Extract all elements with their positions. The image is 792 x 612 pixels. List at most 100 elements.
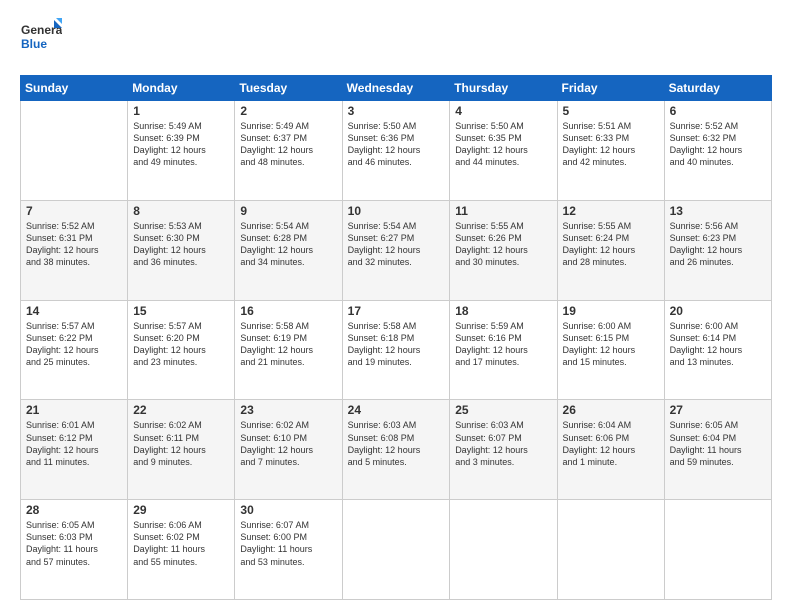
day-number: 18 <box>455 304 551 318</box>
day-info: Sunrise: 5:57 AM Sunset: 6:22 PM Dayligh… <box>26 320 122 369</box>
day-info: Sunrise: 5:55 AM Sunset: 6:26 PM Dayligh… <box>455 220 551 269</box>
day-number: 17 <box>348 304 445 318</box>
day-number: 11 <box>455 204 551 218</box>
day-cell: 17 Sunrise: 5:58 AM Sunset: 6:18 PM Dayli… <box>342 300 450 400</box>
day-cell: 1 Sunrise: 5:49 AM Sunset: 6:39 PM Daylig… <box>128 101 235 201</box>
day-cell <box>557 500 664 600</box>
weekday-header-thursday: Thursday <box>450 76 557 101</box>
day-cell: 14 Sunrise: 5:57 AM Sunset: 6:22 PM Dayli… <box>21 300 128 400</box>
day-info: Sunrise: 5:52 AM Sunset: 6:31 PM Dayligh… <box>26 220 122 269</box>
day-cell: 24 Sunrise: 6:03 AM Sunset: 6:08 PM Dayli… <box>342 400 450 500</box>
day-cell <box>21 101 128 201</box>
day-info: Sunrise: 5:51 AM Sunset: 6:33 PM Dayligh… <box>563 120 659 169</box>
day-cell: 16 Sunrise: 5:58 AM Sunset: 6:19 PM Dayli… <box>235 300 342 400</box>
day-cell: 3 Sunrise: 5:50 AM Sunset: 6:36 PM Daylig… <box>342 101 450 201</box>
day-info: Sunrise: 5:49 AM Sunset: 6:39 PM Dayligh… <box>133 120 229 169</box>
day-info: Sunrise: 5:49 AM Sunset: 6:37 PM Dayligh… <box>240 120 336 169</box>
weekday-header-wednesday: Wednesday <box>342 76 450 101</box>
day-number: 1 <box>133 104 229 118</box>
day-cell: 25Sunrise: 6:03 AM Sunset: 6:07 PM Dayli… <box>450 400 557 500</box>
day-cell: 5 Sunrise: 5:51 AM Sunset: 6:33 PM Daylig… <box>557 101 664 201</box>
day-number: 26 <box>563 403 659 417</box>
day-info: Sunrise: 6:01 AM Sunset: 6:12 PM Dayligh… <box>26 419 122 468</box>
day-info: Sunrise: 5:55 AM Sunset: 6:24 PM Dayligh… <box>563 220 659 269</box>
day-number: 2 <box>240 104 336 118</box>
day-number: 23 <box>240 403 336 417</box>
day-number: 29 <box>133 503 229 517</box>
week-row-3: 14 Sunrise: 5:57 AM Sunset: 6:22 PM Dayli… <box>21 300 772 400</box>
day-info: Sunrise: 5:50 AM Sunset: 6:35 PM Dayligh… <box>455 120 551 169</box>
day-cell: 22 Sunrise: 6:02 AM Sunset: 6:11 PM Dayli… <box>128 400 235 500</box>
day-info: Sunrise: 5:59 AM Sunset: 6:16 PM Dayligh… <box>455 320 551 369</box>
header: General Blue <box>20 18 772 65</box>
logo-graphic: General Blue <box>20 18 62 60</box>
day-info: Sunrise: 6:03 AM Sunset: 6:08 PM Dayligh… <box>348 419 445 468</box>
day-cell: 6Sunrise: 5:52 AM Sunset: 6:32 PM Daylig… <box>664 101 771 201</box>
day-number: 19 <box>563 304 659 318</box>
day-number: 24 <box>348 403 445 417</box>
weekday-header-sunday: Sunday <box>21 76 128 101</box>
day-cell: 7 Sunrise: 5:52 AM Sunset: 6:31 PM Daylig… <box>21 200 128 300</box>
svg-text:Blue: Blue <box>21 37 47 51</box>
day-number: 21 <box>26 403 122 417</box>
day-info: Sunrise: 5:53 AM Sunset: 6:30 PM Dayligh… <box>133 220 229 269</box>
week-row-2: 7 Sunrise: 5:52 AM Sunset: 6:31 PM Daylig… <box>21 200 772 300</box>
day-info: Sunrise: 6:02 AM Sunset: 6:11 PM Dayligh… <box>133 419 229 468</box>
day-cell: 28 Sunrise: 6:05 AM Sunset: 6:03 PM Dayli… <box>21 500 128 600</box>
day-number: 5 <box>563 104 659 118</box>
day-cell: 15Sunrise: 5:57 AM Sunset: 6:20 PM Dayli… <box>128 300 235 400</box>
day-number: 14 <box>26 304 122 318</box>
day-number: 20 <box>670 304 766 318</box>
day-cell: 2 Sunrise: 5:49 AM Sunset: 6:37 PM Daylig… <box>235 101 342 201</box>
weekday-header-monday: Monday <box>128 76 235 101</box>
day-cell <box>664 500 771 600</box>
day-cell: 26 Sunrise: 6:04 AM Sunset: 6:06 PM Dayli… <box>557 400 664 500</box>
day-cell <box>342 500 450 600</box>
weekday-header-friday: Friday <box>557 76 664 101</box>
day-info: Sunrise: 5:58 AM Sunset: 6:19 PM Dayligh… <box>240 320 336 369</box>
day-number: 9 <box>240 204 336 218</box>
day-cell: 29 Sunrise: 6:06 AM Sunset: 6:02 PM Dayli… <box>128 500 235 600</box>
day-number: 16 <box>240 304 336 318</box>
day-cell: 12 Sunrise: 5:55 AM Sunset: 6:24 PM Dayli… <box>557 200 664 300</box>
day-cell: 10 Sunrise: 5:54 AM Sunset: 6:27 PM Dayli… <box>342 200 450 300</box>
day-cell: 18 Sunrise: 5:59 AM Sunset: 6:16 PM Dayli… <box>450 300 557 400</box>
day-number: 10 <box>348 204 445 218</box>
day-number: 3 <box>348 104 445 118</box>
day-number: 12 <box>563 204 659 218</box>
day-cell: 30 Sunrise: 6:07 AM Sunset: 6:00 PM Dayli… <box>235 500 342 600</box>
page: General Blue SundayMondayTuesdayWednesda… <box>0 0 792 612</box>
day-number: 28 <box>26 503 122 517</box>
day-cell: 13 Sunrise: 5:56 AM Sunset: 6:23 PM Dayli… <box>664 200 771 300</box>
day-info: Sunrise: 6:04 AM Sunset: 6:06 PM Dayligh… <box>563 419 659 468</box>
day-info: Sunrise: 6:03 AM Sunset: 6:07 PM Dayligh… <box>455 419 551 468</box>
day-info: Sunrise: 5:57 AM Sunset: 6:20 PM Dayligh… <box>133 320 229 369</box>
day-number: 7 <box>26 204 122 218</box>
day-info: Sunrise: 6:00 AM Sunset: 6:15 PM Dayligh… <box>563 320 659 369</box>
weekday-header-saturday: Saturday <box>664 76 771 101</box>
day-number: 30 <box>240 503 336 517</box>
day-info: Sunrise: 6:05 AM Sunset: 6:03 PM Dayligh… <box>26 519 122 568</box>
week-row-4: 21 Sunrise: 6:01 AM Sunset: 6:12 PM Dayli… <box>21 400 772 500</box>
day-cell: 19 Sunrise: 6:00 AM Sunset: 6:15 PM Dayli… <box>557 300 664 400</box>
day-cell: 21 Sunrise: 6:01 AM Sunset: 6:12 PM Dayli… <box>21 400 128 500</box>
day-info: Sunrise: 6:02 AM Sunset: 6:10 PM Dayligh… <box>240 419 336 468</box>
week-row-5: 28 Sunrise: 6:05 AM Sunset: 6:03 PM Dayli… <box>21 500 772 600</box>
day-info: Sunrise: 6:06 AM Sunset: 6:02 PM Dayligh… <box>133 519 229 568</box>
logo: General Blue <box>20 18 62 65</box>
day-cell: 11 Sunrise: 5:55 AM Sunset: 6:26 PM Dayli… <box>450 200 557 300</box>
day-cell: 27Sunrise: 6:05 AM Sunset: 6:04 PM Dayli… <box>664 400 771 500</box>
day-info: Sunrise: 5:50 AM Sunset: 6:36 PM Dayligh… <box>348 120 445 169</box>
day-info: Sunrise: 5:52 AM Sunset: 6:32 PM Dayligh… <box>670 120 766 169</box>
day-info: Sunrise: 5:54 AM Sunset: 6:28 PM Dayligh… <box>240 220 336 269</box>
day-number: 13 <box>670 204 766 218</box>
day-number: 22 <box>133 403 229 417</box>
day-cell: 8Sunrise: 5:53 AM Sunset: 6:30 PM Daylig… <box>128 200 235 300</box>
week-row-1: 1 Sunrise: 5:49 AM Sunset: 6:39 PM Daylig… <box>21 101 772 201</box>
day-info: Sunrise: 5:58 AM Sunset: 6:18 PM Dayligh… <box>348 320 445 369</box>
day-info: Sunrise: 6:07 AM Sunset: 6:00 PM Dayligh… <box>240 519 336 568</box>
day-info: Sunrise: 6:00 AM Sunset: 6:14 PM Dayligh… <box>670 320 766 369</box>
day-info: Sunrise: 5:56 AM Sunset: 6:23 PM Dayligh… <box>670 220 766 269</box>
day-info: Sunrise: 5:54 AM Sunset: 6:27 PM Dayligh… <box>348 220 445 269</box>
day-cell: 9 Sunrise: 5:54 AM Sunset: 6:28 PM Daylig… <box>235 200 342 300</box>
